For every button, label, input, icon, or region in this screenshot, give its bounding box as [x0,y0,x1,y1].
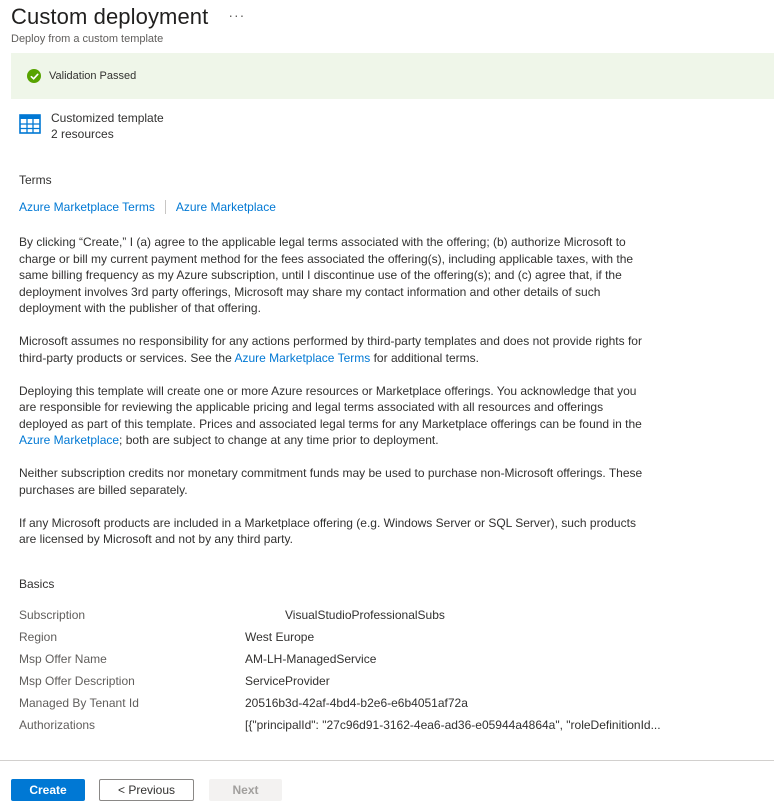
page-header: Custom deployment ··· Deploy from a cust… [11,4,245,45]
terms-links: Azure Marketplace Terms Azure Marketplac… [19,200,276,214]
basics-key: Region [19,630,58,644]
template-name: Customized template [51,111,164,125]
create-button[interactable]: Create [11,779,85,801]
page-title: Custom deployment [11,4,209,29]
link-divider [164,200,166,214]
basics-value: ServiceProvider [245,674,330,688]
basics-row: Region West Europe [19,626,769,648]
next-button[interactable]: Next [209,779,282,801]
basics-value: West Europe [245,630,315,644]
terms-paragraph: If any Microsoft products are included i… [19,515,636,547]
previous-button[interactable]: < Previous [99,779,194,801]
terms-paragraph: By clicking “Create,” I (a) agree to the… [19,235,634,315]
terms-paragraph: Microsoft assumes no responsibility for … [19,334,642,365]
basics-value: AM-LH-ManagedService [245,652,377,666]
page-subtitle: Deploy from a custom template [11,33,164,45]
basics-key: Authorizations [19,718,96,732]
terms-heading: Terms [19,173,52,187]
basics-row: Authorizations [{"principalId": "27c96d9… [19,714,769,736]
basics-key: Msp Offer Description [19,674,135,688]
basics-value: VisualStudioProfessionalSubs [285,608,445,622]
azure-marketplace-terms-link[interactable]: Azure Marketplace Terms [19,200,155,214]
basics-key: Msp Offer Name [19,652,107,666]
basics-table: Subscription VisualStudioProfessionalSub… [19,604,769,736]
template-resource-count: 2 resources [51,127,114,141]
basics-key: Managed By Tenant Id [19,696,139,710]
basics-row: Managed By Tenant Id 20516b3d-42af-4bd4-… [19,692,769,714]
template-grid-icon [19,113,41,135]
validation-status-text: Validation Passed [49,70,137,82]
success-check-icon [27,69,41,83]
footer-divider [0,760,774,761]
basics-key: Subscription [19,608,86,622]
basics-heading: Basics [19,577,55,591]
template-summary: Customized template 2 resources [19,110,164,142]
azure-marketplace-inline-link[interactable]: Azure Marketplace [19,433,119,447]
basics-value: 20516b3d-42af-4bd4-b2e6-e6b4051af72a [245,696,468,710]
basics-row: Msp Offer Name AM-LH-ManagedService [19,648,769,670]
more-options-icon[interactable]: ··· [228,7,245,23]
basics-row: Msp Offer Description ServiceProvider [19,670,769,692]
terms-paragraph: Deploying this template will create one … [19,383,642,448]
validation-banner: Validation Passed [11,53,774,99]
basics-row: Subscription VisualStudioProfessionalSub… [19,604,769,626]
terms-text: By clicking “Create,” I (a) agree to the… [19,234,649,564]
azure-marketplace-link[interactable]: Azure Marketplace [176,200,276,214]
basics-value: [{"principalId": "27c96d91-3162-4ea6-ad3… [245,718,661,732]
azure-marketplace-terms-inline-link[interactable]: Azure Marketplace Terms [234,351,370,365]
terms-paragraph: Neither subscription credits nor monetar… [19,466,643,497]
